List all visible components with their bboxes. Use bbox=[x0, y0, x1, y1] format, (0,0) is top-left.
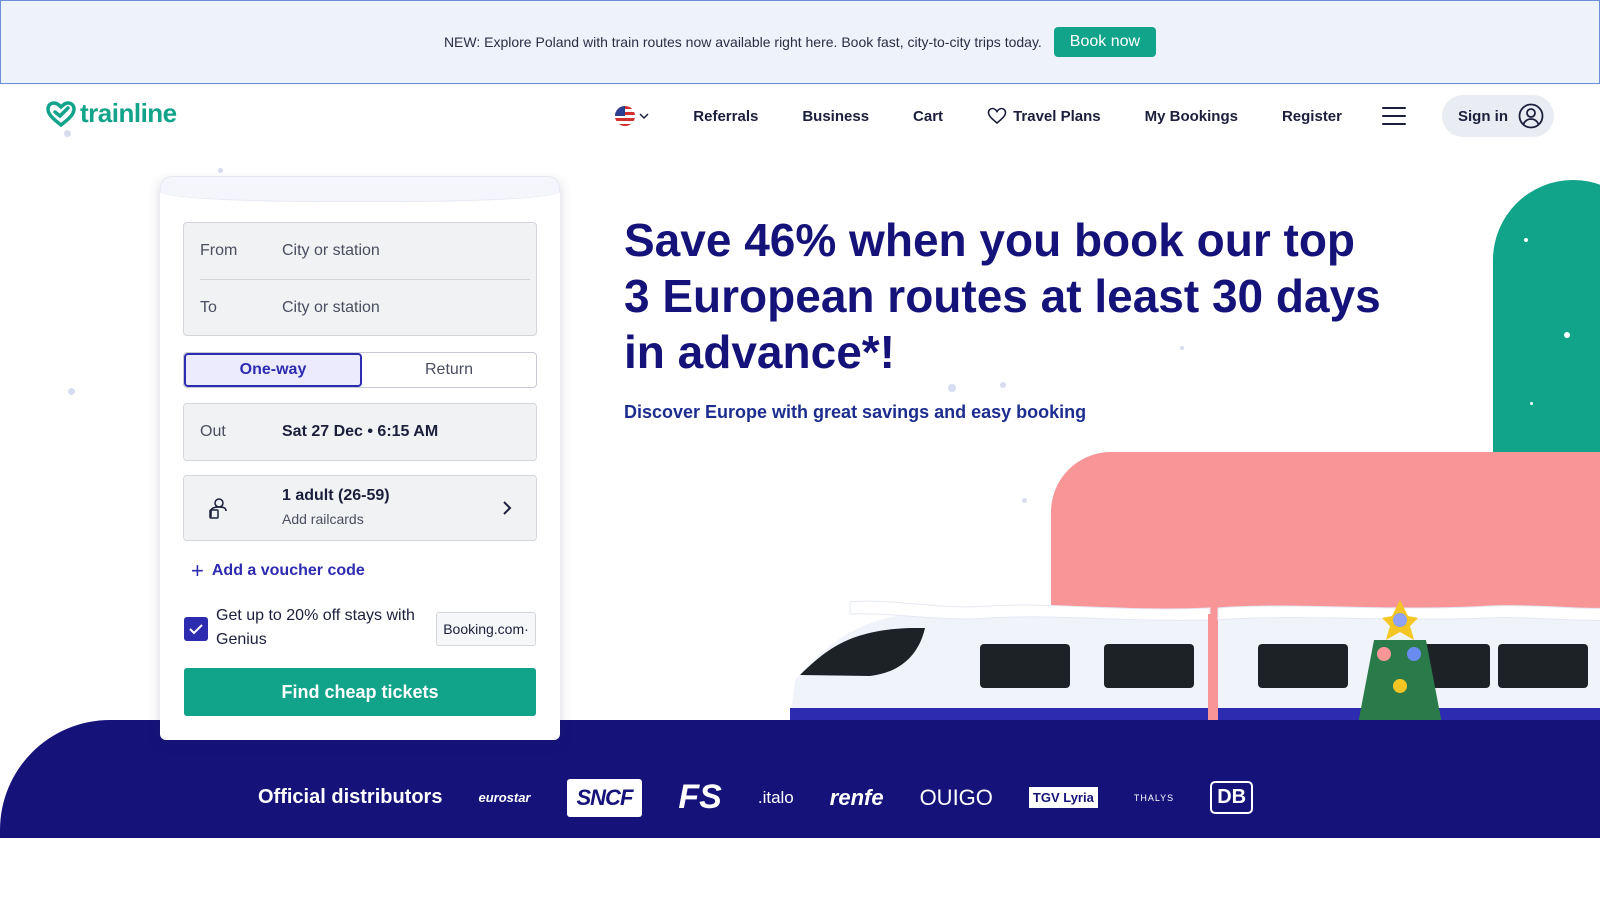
thalys-logo: THALYS bbox=[1133, 792, 1175, 803]
booking-com-logo: Booking.com· bbox=[436, 612, 536, 646]
genius-checkbox[interactable] bbox=[184, 617, 208, 641]
return-option[interactable]: Return bbox=[362, 353, 536, 387]
passengers-field[interactable]: 1 adult (26-59) Add railcards bbox=[183, 475, 537, 541]
chevron-down-icon bbox=[639, 113, 649, 120]
snowflake-dot bbox=[1564, 332, 1570, 338]
promo-banner: NEW: Explore Poland with train routes no… bbox=[0, 0, 1600, 84]
snowflake-dot bbox=[1022, 498, 1027, 503]
out-value: Sat 27 Dec • 6:15 AM bbox=[282, 423, 439, 440]
card-snow-decoration bbox=[160, 176, 560, 202]
heart-check-logo-icon bbox=[46, 100, 76, 127]
nav-my-bookings[interactable]: My Bookings bbox=[1145, 108, 1238, 125]
language-selector[interactable] bbox=[615, 106, 649, 126]
nav-referrals[interactable]: Referrals bbox=[693, 108, 758, 125]
nav-travel-plans-label: Travel Plans bbox=[1013, 107, 1101, 125]
snowflake-dot bbox=[1000, 382, 1006, 388]
from-label: From bbox=[200, 242, 238, 259]
hero-subtitle: Discover Europe with great savings and e… bbox=[624, 402, 1087, 422]
trainline-logo[interactable]: trainline bbox=[46, 98, 177, 129]
voucher-label: Add a voucher code bbox=[211, 562, 365, 579]
snowflake-dot bbox=[68, 388, 75, 395]
italo-logo: .italo bbox=[757, 787, 794, 807]
passengers-value: 1 adult (26-59) bbox=[282, 487, 390, 504]
book-now-button[interactable]: Book now bbox=[1053, 27, 1157, 57]
nav-register[interactable]: Register bbox=[1282, 108, 1342, 125]
snowflake-dot bbox=[218, 168, 223, 173]
to-input[interactable]: City or station bbox=[282, 299, 380, 317]
snowflake-dot bbox=[64, 130, 71, 137]
ouigo-logo: OUIGO bbox=[919, 784, 993, 810]
trip-type-toggle: One-way Return bbox=[183, 352, 537, 388]
db-logo: DB bbox=[1210, 781, 1254, 814]
tgv-lyria-logo: TGV Lyria bbox=[1028, 787, 1098, 808]
train-illustration bbox=[790, 600, 1600, 724]
out-label: Out bbox=[200, 423, 226, 440]
nav-travel-plans[interactable]: Travel Plans bbox=[987, 107, 1101, 125]
site-header: trainline Referrals Business Cart Travel… bbox=[0, 84, 1600, 148]
main-nav: Referrals Business Cart Travel Plans My … bbox=[615, 94, 1554, 138]
station-fields: From City or station To City or station bbox=[183, 222, 537, 336]
genius-offer: Get up to 20% off stays with Genius Book… bbox=[184, 604, 536, 654]
page: NEW: Explore Poland with train routes no… bbox=[0, 0, 1600, 900]
fs-logo: FS bbox=[678, 778, 722, 816]
snowflake-dot bbox=[948, 384, 956, 392]
chevron-right-icon bbox=[503, 501, 512, 515]
us-flag-icon bbox=[615, 106, 636, 126]
hero-title: Save 46% when you book our top 3 Europea… bbox=[624, 214, 1381, 378]
brand-name: trainline bbox=[80, 98, 177, 128]
nav-cart[interactable]: Cart bbox=[913, 108, 943, 125]
snowflake-dot bbox=[1524, 238, 1528, 242]
eurostar-logo: eurostar bbox=[478, 790, 531, 805]
heart-icon bbox=[987, 107, 1007, 125]
checkmark-icon bbox=[189, 624, 203, 635]
railcards-link: Add railcards bbox=[282, 511, 364, 527]
hamburger-icon[interactable] bbox=[1382, 107, 1406, 125]
outbound-date-field[interactable]: Out Sat 27 Dec • 6:15 AM bbox=[183, 403, 537, 461]
snowflake-dot bbox=[1530, 402, 1533, 405]
sncf-logo: SNCF bbox=[566, 778, 643, 817]
official-distributors: Official distributors eurostar SNCF FS .… bbox=[258, 778, 1254, 817]
find-tickets-button[interactable]: Find cheap tickets bbox=[184, 668, 536, 716]
promo-text: NEW: Explore Poland with train routes no… bbox=[443, 34, 1042, 50]
passengers-icon bbox=[209, 498, 227, 519]
sign-in-button[interactable]: Sign in bbox=[1442, 95, 1554, 137]
decorative-green-shape bbox=[1493, 180, 1600, 480]
add-voucher-button[interactable]: + Add a voucher code bbox=[191, 560, 365, 582]
distributors-title: Official distributors bbox=[258, 786, 443, 808]
genius-text: Get up to 20% off stays with Genius bbox=[216, 607, 415, 648]
from-input[interactable]: City or station bbox=[282, 242, 380, 260]
from-field[interactable]: From City or station bbox=[200, 223, 530, 279]
to-label: To bbox=[200, 299, 217, 316]
renfe-logo: renfe bbox=[829, 784, 884, 810]
user-circle-icon bbox=[1518, 103, 1544, 129]
plus-icon: + bbox=[191, 558, 204, 583]
sign-in-label: Sign in bbox=[1458, 107, 1508, 125]
one-way-option[interactable]: One-way bbox=[184, 353, 362, 387]
nav-business[interactable]: Business bbox=[802, 108, 869, 125]
to-field[interactable]: To City or station bbox=[200, 280, 530, 336]
